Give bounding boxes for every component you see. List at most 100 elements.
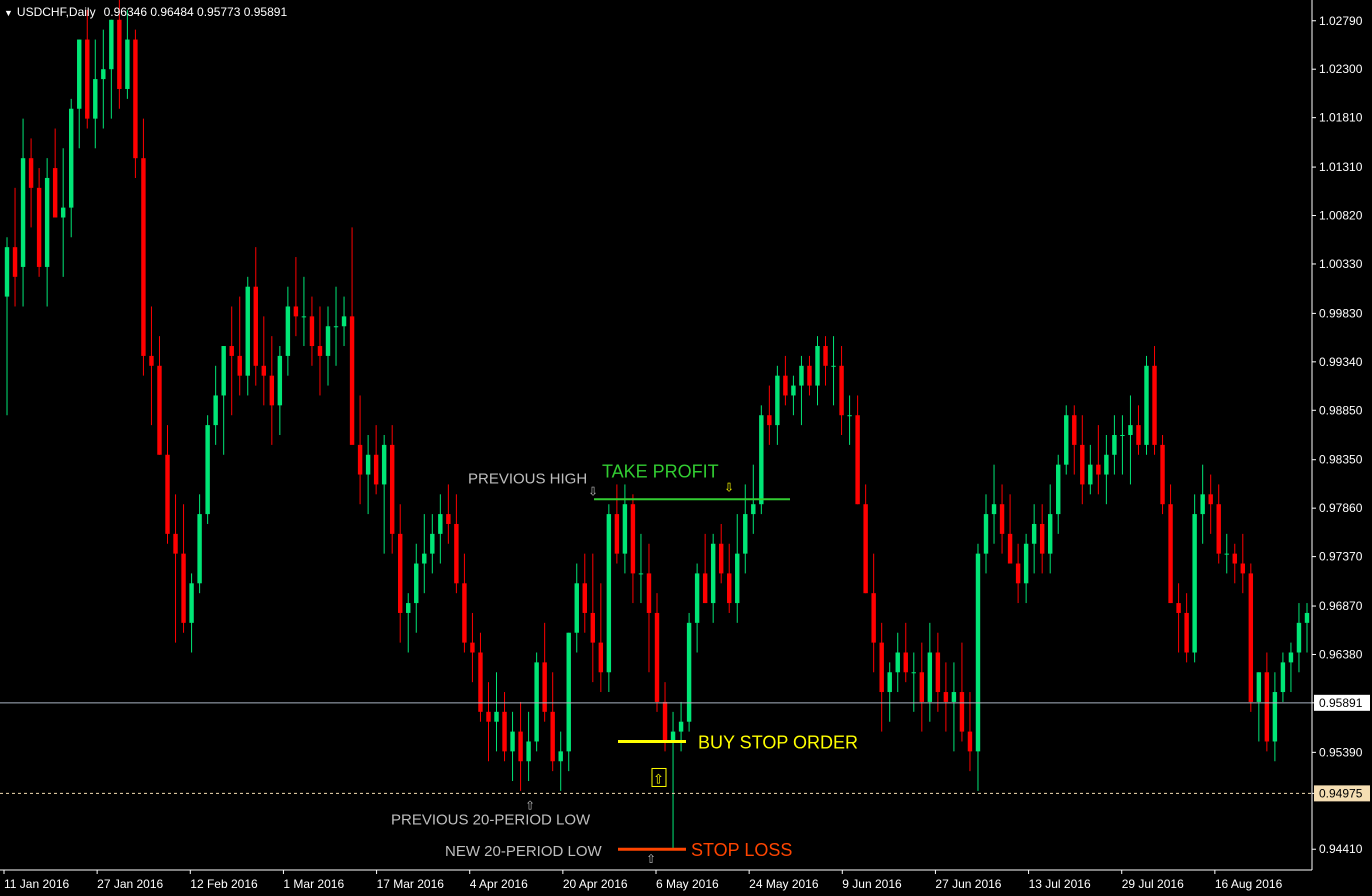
candle-body [542, 662, 547, 712]
candle-body [1015, 563, 1021, 584]
candle-body [269, 375, 275, 406]
new-low-label: NEW 20-PERIOD LOW [445, 843, 603, 860]
candle [1248, 563, 1254, 712]
time-tick-label: 13 Jul 2016 [1029, 877, 1091, 891]
candle [1064, 405, 1069, 475]
candle-body [686, 622, 692, 722]
candle-body [943, 692, 949, 702]
candle-body [69, 108, 74, 208]
candle-body [1152, 365, 1157, 445]
candle-body [1080, 444, 1085, 485]
candle-body [1208, 494, 1213, 505]
candle-body [422, 553, 427, 564]
time-tick-label: 1 Mar 2016 [283, 877, 344, 891]
candle-body [590, 612, 596, 643]
candle-body [1232, 553, 1237, 564]
candle-body [718, 543, 724, 574]
candle [686, 612, 692, 732]
candle-body [566, 632, 571, 752]
candle-body [799, 365, 804, 386]
candle-body [221, 346, 226, 396]
candle-body [879, 642, 884, 693]
candle-body [85, 39, 90, 119]
candle [566, 632, 571, 772]
candle-body [253, 286, 258, 366]
candle-body [1096, 464, 1101, 475]
candle-body [398, 533, 403, 613]
candle-body [149, 355, 154, 366]
candle-body [582, 583, 587, 613]
candle-body [101, 69, 106, 80]
candle-body [502, 711, 507, 752]
dropdown-triangle-icon[interactable]: ▼ [4, 8, 13, 18]
candle-body [52, 168, 58, 218]
candle-body [558, 751, 563, 762]
candle-body [285, 306, 291, 356]
candle-body [526, 741, 531, 762]
price-tick-label: 1.02300 [1319, 62, 1363, 76]
candle-body [1031, 523, 1037, 544]
candle-body [109, 19, 114, 70]
candle-body [117, 19, 122, 89]
candle-body [895, 652, 900, 673]
candle-body [237, 355, 242, 376]
candle-body [189, 583, 194, 623]
time-tick-label: 6 May 2016 [656, 877, 719, 891]
candle-body [518, 731, 523, 762]
time-tick-label: 11 Jan 2016 [4, 877, 69, 891]
candle-body [991, 504, 997, 515]
candle [1144, 355, 1149, 455]
candle-body [654, 612, 660, 702]
price-tick-label: 0.97860 [1319, 501, 1363, 515]
candle-body [1023, 543, 1029, 584]
candle-body [1216, 504, 1221, 554]
candle-body [454, 523, 459, 584]
candle-body [1296, 622, 1302, 653]
candle-body [743, 514, 748, 554]
candle [534, 652, 539, 752]
candle-body [574, 583, 579, 633]
candle-body [975, 553, 981, 752]
candle-body [710, 543, 716, 604]
time-tick-label: 16 Aug 2016 [1215, 877, 1283, 891]
candle-body [36, 187, 42, 267]
candle-body [815, 346, 820, 386]
candlestick-chart[interactable]: TAKE PROFITPREVIOUS HIGH⇩ ⇩BUY STOP ORDER… [0, 0, 1372, 896]
candle-body [20, 158, 26, 267]
candle-body [783, 375, 788, 396]
price-tick-label: 0.95891 [1319, 696, 1363, 710]
candle-body [438, 514, 443, 534]
candle-body [317, 346, 323, 356]
candle-body [373, 454, 379, 485]
candle-body [28, 158, 34, 188]
candle-body [357, 444, 363, 475]
candle-body [325, 326, 331, 356]
candle-body [229, 346, 234, 356]
candle-body [1072, 415, 1077, 445]
candle-body [919, 672, 925, 702]
candle-body [125, 39, 130, 89]
candle [1160, 435, 1165, 515]
candle-body [245, 286, 250, 376]
candle-body [77, 39, 82, 109]
candle-body [614, 514, 620, 554]
price-tick-label: 0.98350 [1319, 453, 1363, 467]
candle-body [935, 652, 941, 693]
candle-body [1168, 504, 1173, 604]
previous-low-arrow-icon: ⇧ [525, 798, 535, 812]
candle-body [293, 306, 299, 317]
candle-body [951, 692, 957, 702]
candle-body [197, 514, 202, 584]
candle-body [903, 652, 908, 673]
candle-body [791, 385, 796, 396]
candle-body [1064, 415, 1069, 465]
candle-body [1144, 365, 1149, 445]
candle-body [1047, 514, 1053, 554]
candle-body [430, 533, 435, 554]
candle-body [1224, 553, 1229, 555]
candle-body [662, 701, 668, 742]
candle-body [446, 514, 451, 524]
candle-body [807, 365, 812, 386]
take-profit-label: TAKE PROFIT [602, 461, 719, 481]
candle-body [349, 316, 355, 445]
